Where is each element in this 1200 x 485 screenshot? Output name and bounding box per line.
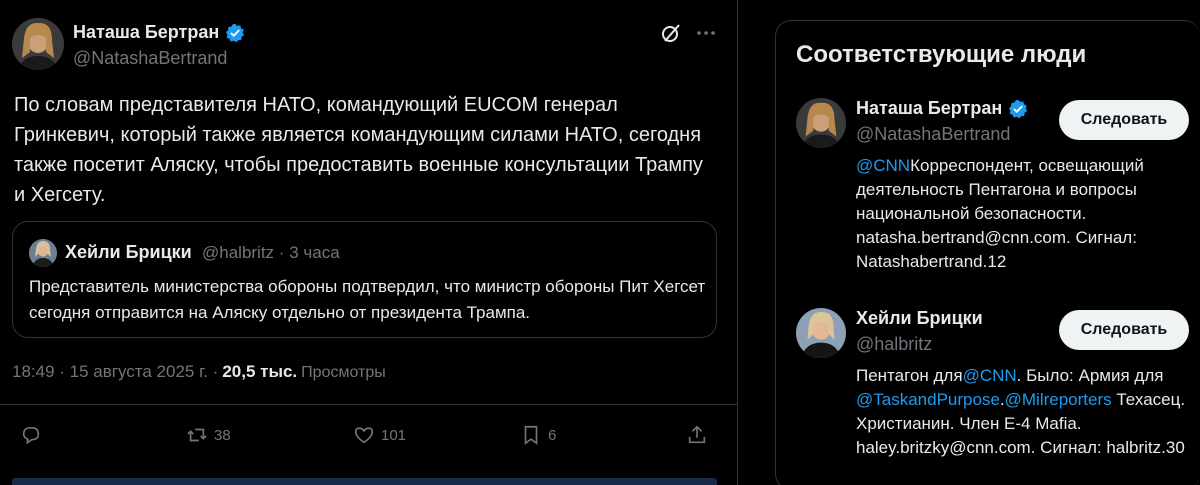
bookmark-button[interactable]: 6 — [520, 424, 556, 446]
person-avatar[interactable] — [796, 98, 846, 148]
quote-author-name[interactable]: Хейли Брицки — [65, 242, 192, 263]
like-button[interactable]: 101 — [353, 424, 406, 446]
quote-author-avatar[interactable] — [29, 239, 57, 267]
person-bio: Пентагон для@CNN. Было: Армия для @Taska… — [856, 364, 1186, 460]
divider — [0, 404, 737, 405]
share-button[interactable] — [686, 424, 708, 446]
reply-button[interactable] — [20, 424, 48, 446]
bookmark-count: 6 — [548, 426, 557, 444]
person-bio: @CNNКорреспондент, освещающий деятельнос… — [856, 154, 1186, 274]
like-count: 101 — [381, 426, 407, 444]
retweet-button[interactable]: 38 — [186, 424, 231, 446]
bio-link[interactable]: @Milreporters — [1005, 390, 1112, 409]
follow-button[interactable]: Следовать — [1059, 310, 1189, 350]
quote-text: Представитель министерства обороны подтв… — [29, 277, 706, 322]
bio-link[interactable]: @CNN — [856, 156, 910, 175]
verified-badge-icon — [1008, 99, 1028, 119]
bio-link[interactable]: @CNN — [963, 366, 1017, 385]
share-icon — [688, 425, 706, 444]
author-name[interactable]: Наташа Бертран — [73, 22, 245, 43]
grok-icon[interactable] — [660, 22, 682, 44]
follow-button[interactable]: Следовать — [1059, 100, 1189, 140]
views-count: 20,5 тыс. — [222, 362, 298, 381]
quoted-tweet[interactable]: Хейли Брицки @halbritz · 3 часа Представ… — [12, 221, 717, 338]
retweet-count: 38 — [214, 426, 231, 444]
quote-time[interactable]: 3 часа — [289, 243, 339, 262]
more-icon[interactable] — [694, 22, 718, 44]
tweet-meta: 18:49 · 15 августа 2025 г. · 20,5 тыс. П… — [12, 362, 386, 382]
person-name[interactable]: Наташа Бертран — [856, 98, 1028, 119]
bio-text: Пентагон для — [856, 366, 963, 385]
person-handle[interactable]: @NatashaBertrand — [856, 124, 1010, 145]
person-handle[interactable]: @halbritz — [856, 334, 932, 355]
bio-text: . Было: Армия для — [1016, 366, 1164, 385]
relevant-people-panel: Соответствующие люди Наташа Бертран @Nat… — [775, 20, 1200, 485]
tweet-timestamp[interactable]: 18:49 · 15 августа 2025 г. · — [12, 362, 218, 382]
person-name-text[interactable]: Хейли Брицки — [856, 308, 983, 329]
retweet-icon — [187, 428, 207, 442]
tweet-text: По словам представителя НАТО, командующи… — [14, 94, 703, 206]
person-avatar[interactable] — [796, 308, 846, 358]
person-name[interactable]: Хейли Брицки — [856, 308, 983, 329]
bookmark-icon — [524, 425, 538, 445]
verified-badge-icon — [225, 23, 245, 43]
author-name-text[interactable]: Наташа Бертран — [73, 22, 219, 43]
bio-link[interactable]: @TaskandPurpose — [856, 390, 1000, 409]
reply-icon — [22, 426, 40, 445]
quote-meta: @halbritz · 3 часа — [202, 243, 340, 263]
quote-author-handle[interactable]: @halbritz — [202, 243, 274, 262]
column-divider — [737, 0, 738, 485]
person-name-text[interactable]: Наташа Бертран — [856, 98, 1002, 119]
reply-composer-edge — [12, 478, 717, 485]
like-icon — [354, 427, 374, 444]
views-label: Просмотры — [301, 364, 386, 381]
author-handle[interactable]: @NatashaBertrand — [73, 48, 227, 69]
tweet-detail: Наташа Бертран @NatashaBertrand По слова… — [0, 0, 737, 485]
author-avatar[interactable] — [12, 18, 64, 70]
quote-separator: · — [278, 243, 285, 262]
panel-title: Соответствующие люди — [796, 41, 1087, 68]
